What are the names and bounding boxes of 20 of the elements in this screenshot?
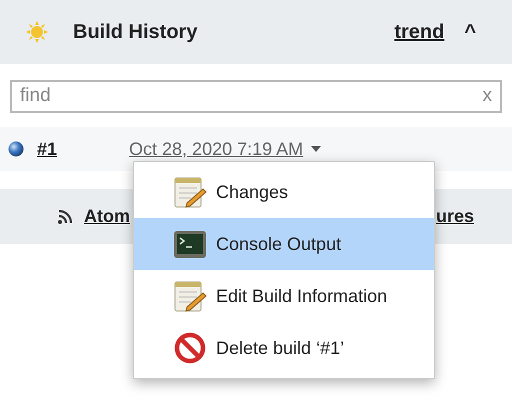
collapse-button[interactable]: ^: [464, 17, 476, 47]
no-entry-icon: [173, 331, 207, 365]
panel-title: Build History: [73, 20, 198, 45]
status-ball-icon: [8, 141, 24, 157]
menu-item[interactable]: Edit Build Information: [134, 270, 434, 322]
notepad-pencil-icon: [173, 175, 207, 209]
menu-item[interactable]: Delete build ‘#1’: [134, 322, 434, 374]
rss-icon: [58, 210, 72, 224]
notepad-pencil-icon: [173, 279, 207, 313]
trend-link[interactable]: trend: [394, 17, 444, 47]
feed-link[interactable]: ures: [436, 203, 474, 230]
sun-icon: [26, 21, 48, 43]
feed-link[interactable]: Atom: [84, 203, 130, 230]
search-field[interactable]: find x: [10, 80, 502, 113]
build-date-link[interactable]: Oct 28, 2020 7:19 AM: [129, 136, 304, 162]
clear-button[interactable]: x: [482, 82, 492, 111]
caret-icon[interactable]: [311, 146, 322, 152]
menu-item[interactable]: Console Output: [134, 218, 434, 270]
build-link[interactable]: #1: [37, 136, 58, 162]
menu-item[interactable]: Changes: [134, 166, 434, 218]
